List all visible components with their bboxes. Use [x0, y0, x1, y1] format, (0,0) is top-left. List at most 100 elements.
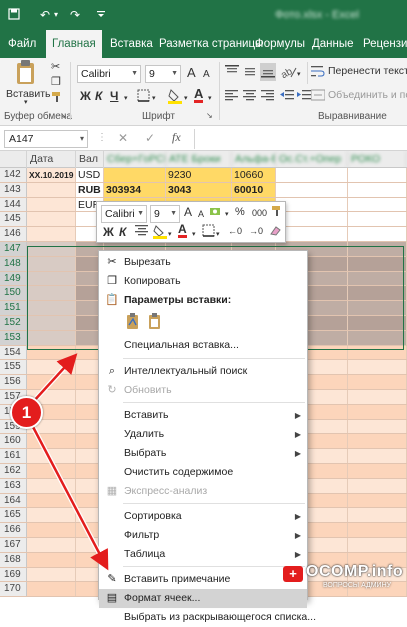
mini-format-painter-icon[interactable]	[271, 205, 283, 221]
decrease-indent-icon[interactable]	[280, 89, 294, 105]
table-cell[interactable]	[348, 523, 407, 537]
copy-icon[interactable]: ❐	[51, 75, 61, 89]
table-cell[interactable]	[348, 227, 407, 241]
context-menu-item-6[interactable]: ↻ Обновить	[99, 381, 307, 400]
borders-dropdown-icon[interactable]: ▾	[152, 92, 156, 106]
font-name-combo[interactable]: Calibri ▼	[77, 65, 141, 83]
table-cell[interactable]: USD	[76, 168, 104, 182]
formula-bar-splitter-icon[interactable]: ⋮	[97, 132, 107, 143]
row-number[interactable]: 148	[0, 256, 27, 271]
column-header-6[interactable]: Ос.Ст.+Опер	[276, 151, 348, 168]
mini-font-color-button[interactable]: A	[178, 223, 187, 238]
insert-function-icon[interactable]: fx	[172, 130, 181, 145]
align-bottom-icon[interactable]	[260, 63, 276, 81]
table-cell[interactable]	[27, 286, 76, 301]
row-number[interactable]: 152	[0, 316, 27, 330]
table-cell[interactable]	[348, 493, 407, 508]
row-number[interactable]: 170	[0, 582, 27, 597]
mini-grow-font-button[interactable]: A	[184, 205, 192, 219]
table-cell[interactable]	[27, 434, 76, 449]
table-cell[interactable]	[27, 523, 76, 537]
column-header-0[interactable]	[0, 151, 27, 168]
row-number[interactable]: 160	[0, 434, 27, 449]
align-top-icon[interactable]	[225, 65, 239, 82]
column-header-1[interactable]: Дата	[27, 151, 76, 168]
mini-size-combo[interactable]: 9 ▼	[150, 205, 180, 223]
table-cell[interactable]: 60010	[232, 182, 276, 197]
mini-clear-icon[interactable]	[269, 224, 282, 241]
table-cell[interactable]: 10660	[232, 168, 276, 182]
row-number[interactable]: 165	[0, 508, 27, 523]
font-launcher-icon[interactable]: ↘	[206, 111, 213, 120]
paste-option-values-icon[interactable]	[147, 313, 163, 333]
table-cell[interactable]	[348, 538, 407, 552]
mini-borders-icon[interactable]	[202, 224, 215, 241]
increase-indent-icon[interactable]	[297, 89, 311, 105]
tab-5[interactable]: Данные	[306, 30, 360, 58]
table-cell[interactable]	[27, 375, 76, 389]
table-cell[interactable]	[27, 493, 76, 508]
mini-align-icon[interactable]	[135, 224, 149, 240]
merge-center-icon[interactable]	[310, 89, 326, 105]
context-menu-item-5[interactable]: ⌕ Интеллектуальный поиск	[99, 362, 307, 381]
row-number[interactable]: 146	[0, 227, 27, 241]
table-cell[interactable]	[27, 538, 76, 552]
row-number[interactable]: 144	[0, 197, 27, 212]
save-icon[interactable]	[8, 8, 20, 23]
table-cell[interactable]: RUB	[76, 182, 104, 197]
row-number[interactable]: 154	[0, 345, 27, 360]
context-menu-item-16[interactable]: ▤ Формат ячеек...	[99, 589, 307, 608]
table-cell[interactable]: 9230	[166, 168, 232, 182]
mini-thousands-button[interactable]: 000	[252, 206, 267, 220]
cancel-formula-icon[interactable]: ✕	[118, 131, 128, 145]
table-cell[interactable]	[348, 168, 407, 182]
table-cell[interactable]	[276, 227, 348, 241]
row-number[interactable]: 143	[0, 182, 27, 197]
wrap-text-button[interactable]: Перенести текст	[328, 65, 407, 77]
column-header-4[interactable]: АТЕ Броки	[166, 151, 232, 168]
table-cell[interactable]	[348, 404, 407, 419]
context-menu-item-17[interactable]: Выбрать из раскрывающегося списка...	[99, 608, 316, 627]
mini-bold-button[interactable]: Ж	[103, 225, 114, 239]
table-cell[interactable]	[27, 478, 76, 493]
table-cell[interactable]	[27, 212, 76, 227]
clipboard-launcher-icon[interactable]: ↘	[60, 111, 67, 120]
cut-icon[interactable]: ✂	[51, 60, 60, 74]
row-number[interactable]: 149	[0, 271, 27, 286]
mini-font-color-dropdown-icon[interactable]: ▾	[192, 228, 196, 242]
table-cell[interactable]	[348, 197, 407, 212]
table-cell[interactable]	[27, 552, 76, 567]
paste-option-keep-icon[interactable]	[125, 313, 141, 333]
align-middle-icon[interactable]	[243, 65, 257, 82]
merge-center-button[interactable]: Объединить и по	[328, 89, 407, 101]
redo-icon[interactable]: ↷	[70, 8, 80, 22]
paste-button[interactable]: Вставить ▾	[6, 60, 51, 108]
table-cell[interactable]	[348, 360, 407, 375]
table-cell[interactable]	[348, 390, 407, 404]
context-menu-item-8[interactable]: Удалить ▶	[99, 425, 307, 444]
table-cell[interactable]	[27, 582, 76, 597]
context-menu-item-9[interactable]: Выбрать ▶	[99, 444, 307, 463]
borders-icon[interactable]	[137, 89, 150, 106]
table-cell[interactable]	[348, 301, 407, 315]
font-color-dropdown-icon[interactable]: ▾	[208, 92, 212, 106]
row-number[interactable]: 163	[0, 478, 27, 493]
table-cell[interactable]	[27, 360, 76, 375]
row-number[interactable]: 169	[0, 567, 27, 582]
row-number[interactable]: 161	[0, 449, 27, 463]
table-cell[interactable]	[27, 508, 76, 523]
table-cell[interactable]	[348, 419, 407, 434]
row-number[interactable]: 142	[0, 168, 27, 182]
table-cell[interactable]: 3043	[166, 182, 232, 197]
context-menu-item-13[interactable]: Фильтр ▶	[99, 526, 307, 545]
row-number[interactable]: 147	[0, 242, 27, 256]
table-cell[interactable]	[27, 316, 76, 330]
font-size-combo[interactable]: 9 ▼	[145, 65, 181, 83]
table-cell[interactable]	[27, 271, 76, 286]
row-number[interactable]: 151	[0, 301, 27, 315]
row-number[interactable]: 150	[0, 286, 27, 301]
column-header-3[interactable]: Сбер+ГоРСКо	[104, 151, 166, 168]
grow-font-button[interactable]: A	[187, 66, 196, 80]
mini-accounting-icon[interactable]	[209, 205, 223, 222]
table-cell[interactable]	[27, 330, 76, 345]
